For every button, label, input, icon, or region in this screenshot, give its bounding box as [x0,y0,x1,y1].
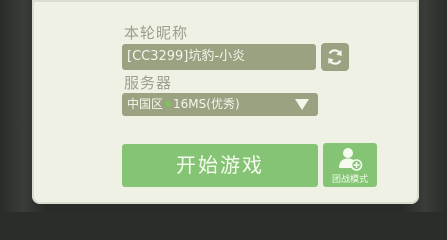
server-region: 中国区 [127,97,164,111]
refresh-icon [328,49,342,65]
ping-status-dot [165,101,172,107]
server-label: 服务器 [124,74,173,92]
triangle-down-icon [295,99,309,110]
user-add-icon [339,148,363,171]
server-select[interactable]: 中国区 16MS(优秀) [122,93,318,116]
nickname-value: [CC3299]坑豹-小炎 [127,49,246,64]
nickname-field[interactable]: [CC3299]坑豹-小炎 [122,44,316,70]
server-ping: 16MS(优秀) [173,97,240,111]
refresh-nickname-button[interactable] [321,43,349,71]
team-mode-button[interactable]: 团战模式 [323,143,377,187]
start-game-button[interactable]: 开始游戏 [122,144,318,187]
team-mode-label: 团战模式 [331,175,368,185]
nickname-label: 本轮昵称 [124,24,189,42]
